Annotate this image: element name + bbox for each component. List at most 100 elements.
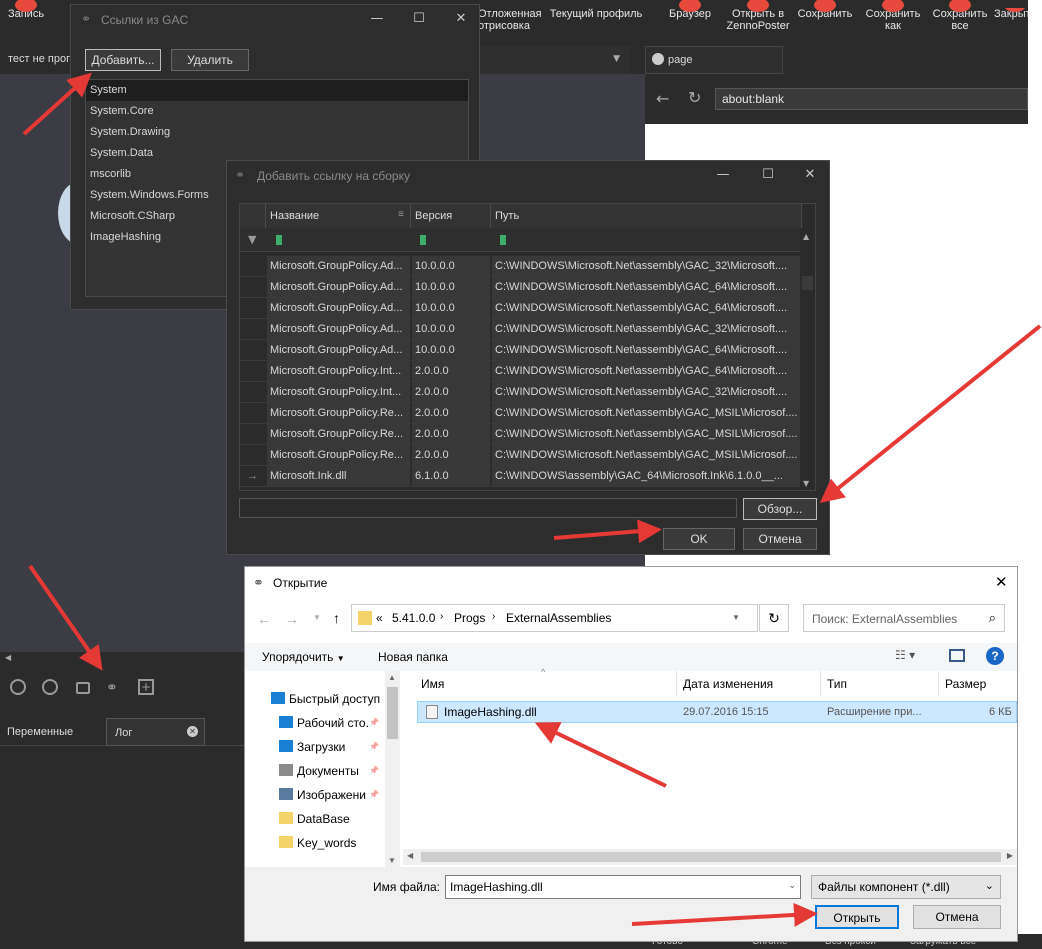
recent-dropdown-icon[interactable]: ▼	[313, 613, 321, 622]
table-row[interactable]: Microsoft.GroupPolicy.Int... 2.0.0.0 C:\WI…	[240, 361, 802, 382]
organize-button[interactable]: Упорядочить ▼	[262, 650, 345, 664]
table-row[interactable]: Microsoft.GroupPolicy.Ad... 10.0.0.0 C:\WI…	[240, 298, 802, 319]
table-row[interactable]: Microsoft.GroupPolicy.Re... 2.0.0.0 C:\WIN…	[240, 445, 802, 466]
toolbar-save-button[interactable]: Сохранить	[796, 0, 854, 20]
settings-icon[interactable]	[10, 679, 26, 695]
up-arrow-icon[interactable]: ↑	[333, 610, 340, 626]
maximize-icon[interactable]: ☐	[758, 167, 778, 185]
toolbar-close-button[interactable]: Закрыть	[994, 8, 1028, 20]
preview-pane-icon[interactable]	[949, 649, 965, 662]
assembly-grid[interactable]: Название ≡ Версия Путь ▼ Microsoft.GroupP…	[239, 203, 816, 491]
assembly-path-input[interactable]	[239, 498, 737, 518]
new-folder-button[interactable]: Новая папка	[378, 650, 448, 664]
cancel-button[interactable]: Отмена	[913, 905, 1001, 929]
toolbar-deferred-render-button[interactable]: Отложенная отрисовка	[478, 8, 542, 32]
filter-cell-name[interactable]	[276, 235, 282, 245]
toolbar-current-profile-button[interactable]: Текущий профиль	[548, 8, 644, 20]
table-row[interactable]: Microsoft.GroupPolicy.Ad... 10.0.0.0 C:\WI…	[240, 319, 802, 340]
nav-item[interactable]: Изображени 📌	[279, 785, 379, 805]
breadcrumb[interactable]: « 5.41.0.0 › Progs › ExternalAssemblies …	[351, 604, 758, 632]
refresh-button[interactable]: ↻	[759, 604, 789, 632]
scroll-right-icon[interactable]: ▶	[1007, 851, 1013, 860]
scroll-thumb[interactable]	[387, 687, 398, 739]
scroll-left-icon[interactable]: ◀	[5, 653, 11, 662]
column-header-version[interactable]: Версия	[411, 204, 491, 228]
column-header-name[interactable]: Имя	[415, 671, 677, 697]
filename-input[interactable]: ImageHashing.dll ⌄	[445, 875, 801, 899]
column-header-name[interactable]: Название ≡	[266, 204, 411, 228]
nav-item[interactable]: Быстрый доступ	[271, 689, 380, 709]
scroll-down-icon[interactable]: ▼	[803, 479, 809, 488]
scroll-up-icon[interactable]: ▲	[388, 673, 396, 682]
search-input[interactable]: Поиск: ExternalAssemblies ⌕	[803, 604, 1005, 632]
file-list-hscroll[interactable]: ◀ ▶	[403, 849, 1017, 865]
column-header-path[interactable]: Путь	[491, 204, 802, 228]
scroll-down-icon[interactable]: ▼	[388, 856, 396, 865]
table-row[interactable]: Microsoft.GroupPolicy.Int... 2.0.0.0 C:\WI…	[240, 382, 802, 403]
minimize-icon[interactable]: —	[713, 167, 733, 185]
breadcrumb-overflow[interactable]: «	[376, 611, 383, 625]
close-icon[interactable]: ✕	[995, 573, 1008, 591]
close-icon[interactable]: ✕	[451, 11, 471, 29]
close-tab-icon[interactable]: ✕	[187, 726, 198, 737]
table-row[interactable]: Microsoft.GroupPolicy.Ad... 10.0.0.0 C:\WI…	[240, 340, 802, 361]
file-type-filter[interactable]: Файлы компонент (*.dll) ⌄	[811, 875, 1001, 899]
address-bar[interactable]: about:blank	[715, 88, 1028, 110]
project-tab[interactable]: тест не прог	[0, 46, 72, 74]
lock-icon[interactable]	[76, 682, 90, 694]
file-row[interactable]: ImageHashing.dll 29.07.2016 15:15 Расшир…	[417, 701, 1017, 723]
toolbar-open-zennoposter-button[interactable]: Открыть в ZennoPoster	[724, 0, 792, 32]
browser-tab-page[interactable]: page	[645, 46, 783, 74]
breadcrumb-item[interactable]: Progs	[454, 611, 485, 625]
help-icon[interactable]: ?	[986, 647, 1004, 665]
add-icon[interactable]: +	[138, 679, 154, 695]
toolbar-save-as-button[interactable]: Сохранить как	[862, 0, 924, 32]
filter-cell-path[interactable]	[500, 235, 506, 245]
filter-cell-version[interactable]	[420, 235, 426, 245]
nav-item[interactable]: Key_words	[279, 833, 356, 853]
add-button[interactable]: Добавить...	[85, 49, 161, 71]
table-row[interactable]: Microsoft.GroupPolicy.Re... 2.0.0.0 C:\WIN…	[240, 403, 802, 424]
toolbar-browser-button[interactable]: Браузер	[666, 0, 714, 20]
close-icon[interactable]: ✕	[800, 167, 820, 185]
grid-vscroll[interactable]: ▲ ▼	[800, 228, 815, 490]
scroll-up-icon[interactable]: ▲	[803, 232, 809, 241]
chevron-down-icon[interactable]: ⌄	[788, 880, 796, 891]
breadcrumb-item[interactable]: 5.41.0.0	[392, 611, 435, 625]
column-header-type[interactable]: Тип	[821, 671, 939, 697]
nav-item[interactable]: DataBase	[279, 809, 350, 829]
maximize-icon[interactable]: ☐	[409, 11, 429, 29]
nav-scrollbar[interactable]: ▲ ▼	[385, 671, 400, 867]
toolbar-save-all-button[interactable]: Сохранить все	[930, 0, 990, 32]
reload-icon[interactable]: ↻	[688, 88, 701, 107]
scroll-thumb[interactable]	[802, 276, 813, 290]
toolbar-record-button[interactable]: Запись	[4, 0, 48, 20]
scroll-left-icon[interactable]: ◀	[407, 851, 413, 860]
table-row[interactable]: Microsoft.GroupPolicy.Ad... 10.0.0.0 C:\WI…	[240, 277, 802, 298]
list-item[interactable]: System	[86, 80, 468, 101]
nav-item[interactable]: Загрузки 📌	[279, 737, 379, 757]
browse-button[interactable]: Обзор...	[743, 498, 817, 520]
nav-item[interactable]: Рабочий сто. 📌	[279, 713, 379, 733]
scroll-thumb[interactable]	[421, 852, 1001, 862]
tab-dropdown-icon[interactable]: ▼	[613, 54, 620, 64]
breadcrumb-item[interactable]: ExternalAssemblies	[506, 611, 611, 625]
remove-button[interactable]: Удалить	[171, 49, 249, 71]
tab-log[interactable]: Лог ✕	[106, 718, 205, 746]
column-header-size[interactable]: Размер	[939, 671, 1017, 697]
view-options-icon[interactable]: ☷ ▾	[895, 648, 915, 662]
table-row[interactable]: → Microsoft.Ink.dll 6.1.0.0 C:\WINDOWS\asse…	[240, 466, 802, 487]
nav-item[interactable]: Документы 📌	[279, 761, 379, 781]
user-icon[interactable]	[42, 679, 58, 695]
back-arrow-icon[interactable]: ←	[257, 611, 271, 627]
ok-button[interactable]: OK	[663, 528, 735, 550]
minimize-icon[interactable]: —	[367, 11, 387, 29]
list-item[interactable]: System.Drawing	[86, 122, 468, 143]
forward-arrow-icon[interactable]: →	[285, 611, 299, 627]
list-item[interactable]: System.Core	[86, 101, 468, 122]
back-arrow-icon[interactable]: ←	[656, 89, 669, 108]
link-icon[interactable]: ⚭	[106, 680, 124, 696]
breadcrumb-dropdown-icon[interactable]: ▼	[732, 613, 740, 622]
tab-variables[interactable]: Переменные	[0, 718, 106, 746]
cancel-button[interactable]: Отмена	[743, 528, 817, 550]
